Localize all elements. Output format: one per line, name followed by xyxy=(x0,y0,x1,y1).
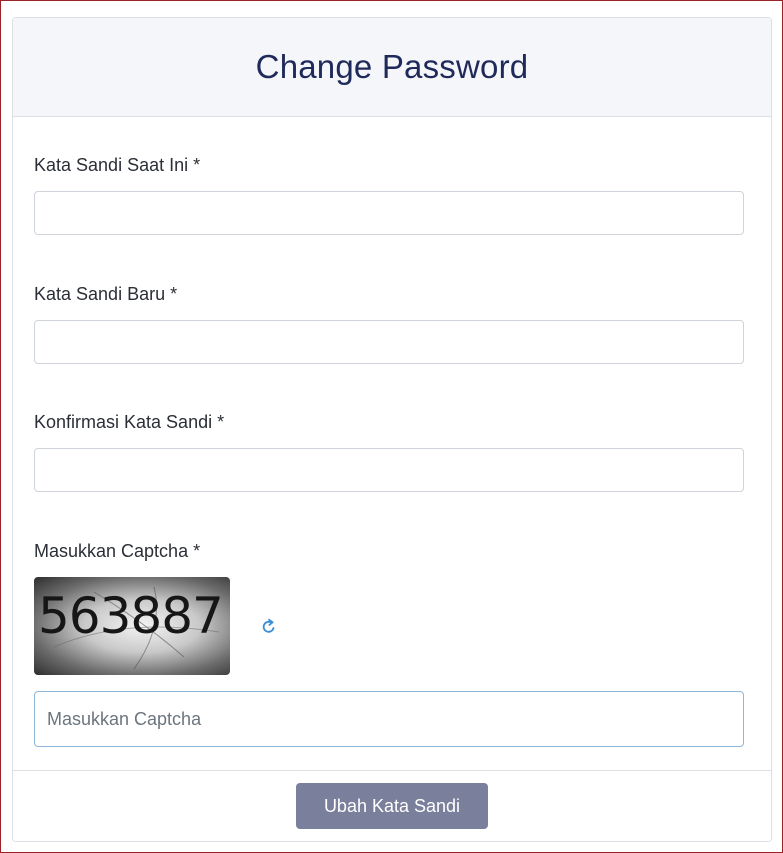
current-password-field[interactable] xyxy=(34,191,744,235)
new-password-field[interactable] xyxy=(34,320,744,364)
confirm-password-label: Konfirmasi Kata Sandi * xyxy=(34,412,225,432)
captcha-input[interactable] xyxy=(34,691,744,747)
captcha-label: Masukkan Captcha * xyxy=(34,541,201,561)
current-password-label: Kata Sandi Saat Ini * xyxy=(34,155,201,175)
page-title: Change Password xyxy=(255,48,529,85)
change-password-form: Kata Sandi Saat Ini * Kata Sandi Baru * … xyxy=(13,117,771,769)
new-password-label: Kata Sandi Baru * xyxy=(34,284,178,304)
refresh-icon-glyph xyxy=(262,618,275,633)
card-header: Change Password xyxy=(13,18,771,117)
change-password-button[interactable]: Ubah Kata Sandi xyxy=(296,783,488,829)
captcha-text: 563887 xyxy=(38,587,224,645)
refresh-icon[interactable] xyxy=(259,617,279,637)
change-password-card: Change Password Kata Sandi Saat Ini * Ka… xyxy=(12,17,772,842)
card-footer: Ubah Kata Sandi xyxy=(13,770,771,841)
confirm-password-field[interactable] xyxy=(34,448,744,492)
captcha-image: 563887 xyxy=(34,577,230,675)
page-frame: Change Password Kata Sandi Saat Ini * Ka… xyxy=(0,0,783,853)
